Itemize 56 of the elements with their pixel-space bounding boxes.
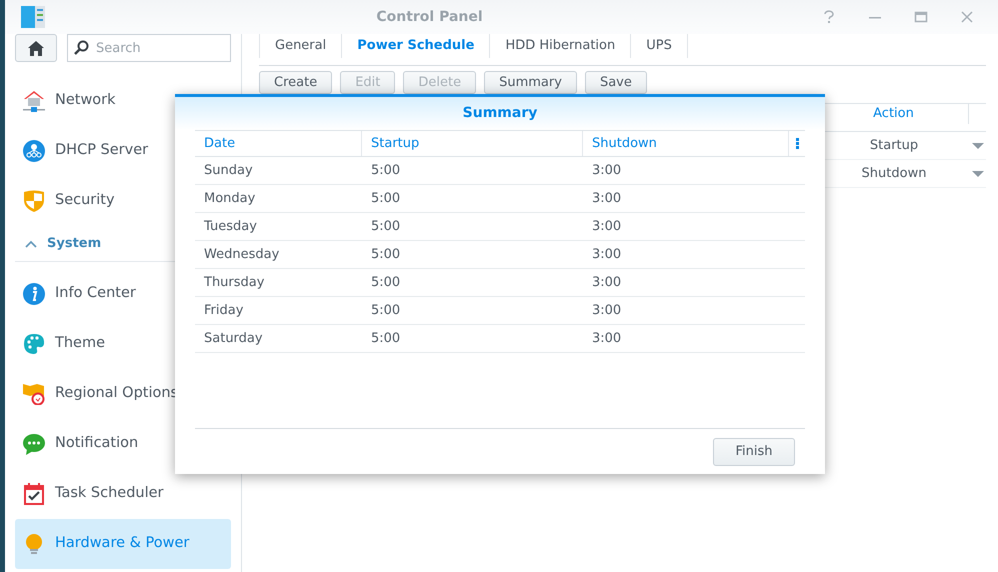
table-cell-text: 5:00	[371, 218, 400, 236]
sidebar-item[interactable]: Regional Options	[15, 369, 231, 419]
home-icon	[28, 40, 44, 56]
dialog-title: Summary	[175, 97, 825, 130]
column-menu-icon[interactable]	[796, 138, 798, 149]
sidebar-item[interactable]: Notification	[15, 419, 231, 469]
window-title: Control Panel	[375, 8, 484, 26]
table-cell-text: 3:00	[592, 218, 622, 236]
home-button[interactable]	[15, 34, 57, 62]
app-icon	[21, 6, 45, 28]
table-cell-text: 3:00	[592, 162, 622, 180]
table-cell-text: 5:00	[371, 330, 400, 348]
calendar-icon	[23, 483, 45, 505]
column-header[interactable]: Startup	[371, 134, 420, 154]
dropdown-caret-icon[interactable]	[972, 142, 984, 148]
table-cell-text: 3:00	[592, 330, 622, 348]
tab[interactable]: Power Schedule	[341, 34, 490, 58]
table-cell-text: Sunday	[204, 162, 253, 180]
table-cell-text: 3:00	[592, 302, 622, 320]
finish-button[interactable]: Finish	[713, 438, 795, 466]
tab[interactable]: HDD Hibernation	[489, 34, 630, 58]
table-cell-text: 5:00	[371, 190, 400, 208]
sidebar-item[interactable]: Task Scheduler	[15, 469, 231, 519]
section-label: System	[47, 234, 102, 253]
dropdown-caret-icon[interactable]	[972, 170, 984, 176]
table-cell-text: Thursday	[204, 274, 264, 292]
house-icon	[23, 90, 45, 112]
toolbar-button[interactable]: Summary	[484, 71, 577, 94]
table-cell-text: Startup	[870, 136, 918, 155]
toolbar-button[interactable]: Save	[584, 71, 647, 94]
table-cell-text: Friday	[204, 302, 244, 320]
table-cell-text: 3:00	[592, 190, 622, 208]
search-icon	[74, 40, 89, 55]
table-cell-text: Saturday	[204, 330, 263, 348]
table-cell-text: 5:00	[371, 274, 400, 292]
chat-icon	[23, 433, 45, 455]
table-cell-text: 5:00	[371, 302, 400, 320]
table-cell-text: 3:00	[592, 246, 622, 264]
search-field[interactable]: Search	[67, 34, 231, 62]
table-cell-text: 5:00	[371, 246, 400, 264]
network-icon	[23, 140, 45, 162]
column-header[interactable]: Date	[204, 134, 236, 154]
toolbar-button[interactable]: Create	[259, 71, 332, 94]
lightbulb-icon	[23, 533, 45, 555]
table-cell-text: 3:00	[592, 274, 622, 292]
table-cell-text: 5:00	[371, 162, 400, 180]
map-clock-icon	[23, 383, 45, 405]
table-cell-text: Shutdown	[862, 164, 926, 183]
tab[interactable]: UPS	[630, 34, 688, 58]
chevron-up-icon	[25, 240, 37, 248]
column-header[interactable]: Shutdown	[592, 134, 657, 154]
table-cell-text: Monday	[204, 190, 256, 208]
palette-icon	[23, 333, 45, 355]
info-icon	[23, 283, 45, 305]
tab[interactable]: General	[259, 34, 342, 58]
shield-icon	[23, 190, 45, 212]
